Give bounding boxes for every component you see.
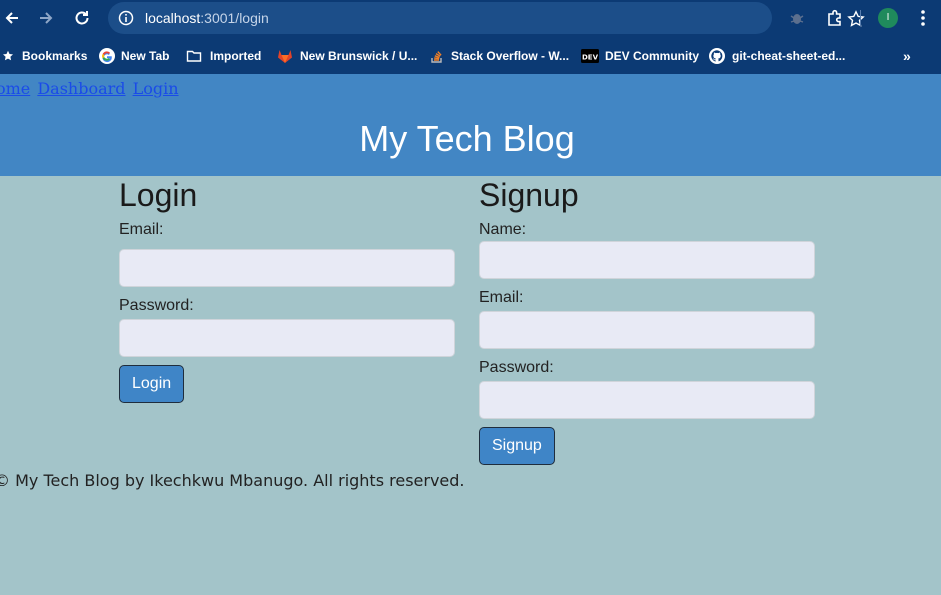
- bookmark-stack-overflow[interactable]: Stack Overflow - W...: [429, 47, 569, 65]
- folder-icon: [186, 48, 202, 64]
- bookmark-git-cheat-sheet[interactable]: git-cheat-sheet-ed...: [709, 47, 845, 65]
- google-icon: [99, 48, 115, 64]
- login-password-input[interactable]: [119, 319, 455, 357]
- extensions-puzzle-icon[interactable]: [825, 8, 845, 28]
- login-button[interactable]: Login: [119, 365, 185, 403]
- back-arrow-icon[interactable]: [2, 8, 22, 28]
- toolbar-divider: [860, 10, 861, 26]
- nav-link-login[interactable]: Login: [133, 79, 179, 98]
- github-icon: [709, 48, 725, 64]
- star-icon: [2, 48, 14, 64]
- site-info-icon[interactable]: [118, 10, 134, 26]
- bookmark-label: Imported: [210, 49, 262, 63]
- gitlab-icon: [277, 48, 293, 64]
- login-email-input[interactable]: [119, 249, 455, 287]
- bookmark-label: DEV Community: [605, 49, 700, 63]
- bookmark-imported[interactable]: Imported: [186, 47, 261, 65]
- dev-icon: DEV: [581, 48, 599, 64]
- login-password-label: Password:: [119, 297, 194, 314]
- bookmark-star-icon[interactable]: [847, 10, 865, 28]
- profile-avatar[interactable]: I: [878, 8, 898, 28]
- url-text: localhost:3001/login: [145, 10, 269, 26]
- svg-text:DEV: DEV: [582, 54, 599, 62]
- signup-form: Signup Name: Email: Password: Signup: [479, 176, 815, 465]
- bookmark-label: git-cheat-sheet-ed...: [732, 49, 846, 63]
- kebab-menu-icon[interactable]: [915, 9, 931, 27]
- bookmarks-bar: Bookmarks New Tab Imported New Brunswick…: [0, 37, 941, 74]
- bookmark-label: Bookmarks: [22, 49, 88, 63]
- browser-toolbar: localhost:3001/login I: [0, 0, 941, 37]
- signup-name-label: Name:: [479, 221, 527, 238]
- bookmark-dev-community[interactable]: DEV DEV Community: [581, 47, 699, 65]
- site-nav: Home Dashboard Login: [0, 79, 181, 98]
- signup-name-input[interactable]: [479, 241, 815, 279]
- url-path: :3001/login: [200, 10, 269, 26]
- login-form: Login Email: Password: Login: [119, 176, 455, 403]
- bookmark-label: Stack Overflow - W...: [451, 49, 570, 63]
- site-header: Home Dashboard Login My Tech Blog: [0, 74, 941, 176]
- login-email-label: Email:: [119, 221, 164, 238]
- more-bookmarks-chevron-icon[interactable]: »: [903, 48, 911, 64]
- signup-button[interactable]: Signup: [479, 427, 555, 465]
- bookmark-label: New Brunswick / U...: [300, 49, 418, 63]
- site-title: My Tech Blog: [359, 118, 575, 159]
- signup-password-input[interactable]: [479, 381, 815, 419]
- bookmark-new-brunswick[interactable]: New Brunswick / U...: [277, 47, 417, 65]
- extension-bug-icon[interactable]: [788, 9, 806, 27]
- nav-link-dashboard[interactable]: Dashboard: [37, 79, 125, 98]
- address-bar[interactable]: localhost:3001/login: [108, 2, 865, 34]
- bookmark-new-tab[interactable]: New Tab: [99, 47, 169, 65]
- page-footer: © My Tech Blog by Ikechkwu Mbanugo. All …: [0, 471, 465, 490]
- forward-arrow-icon[interactable]: [36, 8, 56, 28]
- stackoverflow-icon: [429, 48, 445, 64]
- reload-icon[interactable]: [72, 8, 92, 28]
- url-host: localhost: [145, 10, 201, 26]
- bookmark-bookmarks[interactable]: Bookmarks: [2, 47, 87, 65]
- signup-email-input[interactable]: [479, 311, 815, 349]
- signup-email-label: Email:: [479, 289, 524, 306]
- login-heading: Login: [119, 177, 198, 213]
- signup-heading: Signup: [479, 177, 579, 213]
- signup-password-label: Password:: [479, 359, 554, 376]
- bookmark-label: New Tab: [121, 49, 170, 63]
- nav-link-home[interactable]: Home: [0, 79, 30, 98]
